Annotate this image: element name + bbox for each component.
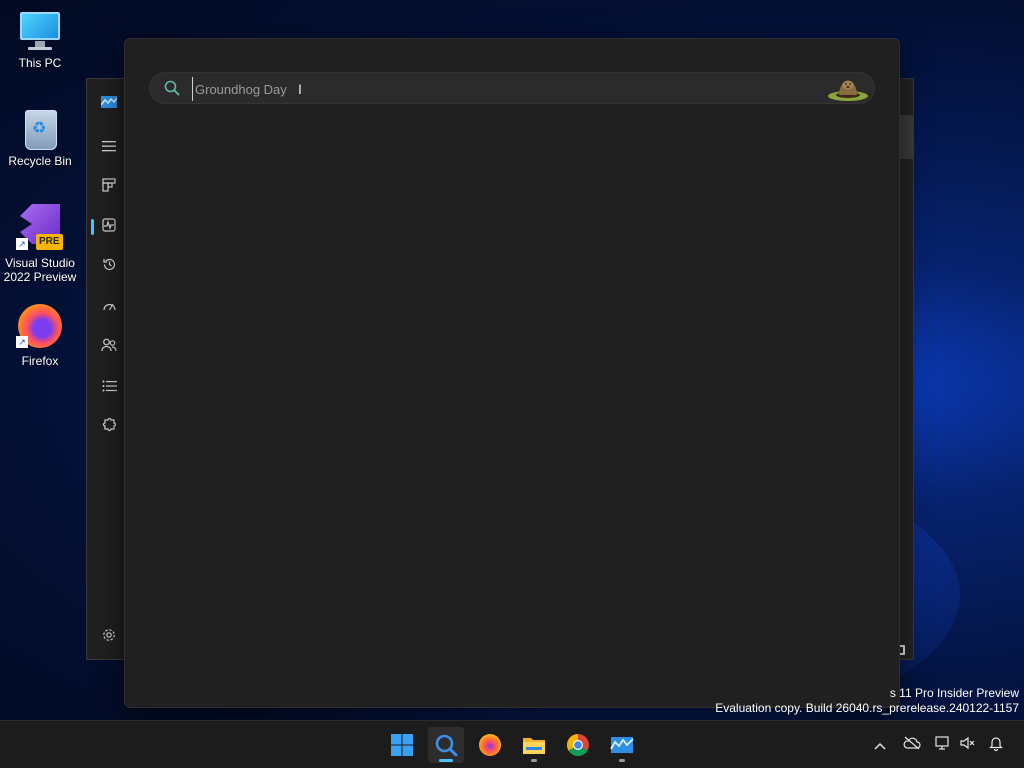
groundhog-icon [826,76,870,102]
text-cursor-icon: I [298,81,302,97]
taskbar-chrome-button[interactable] [560,727,596,763]
desktop-icon-visual-studio[interactable]: PRE ↗ Visual Studio 2022 Preview [0,204,80,284]
scrollbar-thumb[interactable] [899,115,913,159]
search-input[interactable] [192,77,755,101]
list-icon[interactable] [99,377,119,397]
desktop-icon-recycle-bin[interactable]: ♻ Recycle Bin [0,106,80,168]
desktop-icon-firefox[interactable]: ↗ Firefox [0,302,80,368]
preview-badge: PRE [36,234,63,250]
desktop-icon-label: Recycle Bin [8,154,72,168]
chevron-up-icon[interactable] [870,735,890,755]
search-icon [164,80,180,96]
computer-icon [18,12,62,52]
desktop-icon-label: Visual Studio 2022 Preview [3,256,77,284]
search-panel: I [124,38,900,708]
windows-logo-icon [391,734,413,756]
search-box[interactable]: I [149,72,875,104]
desktop-icon-this-pc[interactable]: This PC [0,12,80,70]
network-icon[interactable] [933,735,953,755]
firefox-icon [479,734,501,756]
search-icon [435,734,458,757]
app-sidebar [87,79,127,659]
settings-icon[interactable] [99,627,119,647]
firefox-icon: ↗ [16,302,64,350]
desktop-icon-label: This PC [18,56,62,70]
app-logo-icon[interactable] [99,93,119,113]
taskbar-firefox-button[interactable] [472,727,508,763]
watermark-line-1: s 11 Pro Insider Preview [889,686,1019,700]
taskbar [0,720,1024,768]
shortcut-arrow-icon: ↗ [16,238,28,250]
menu-icon[interactable] [99,137,119,157]
desktop-icon-label: Firefox [21,354,59,368]
users-icon[interactable] [99,337,119,357]
speedometer-icon[interactable] [99,297,119,317]
puzzle-icon[interactable] [99,417,119,437]
app-right-edge [899,79,913,659]
taskbar-search-button[interactable] [428,727,464,763]
history-icon[interactable] [99,257,119,277]
running-dot [531,759,537,762]
cloud-off-icon[interactable] [902,735,922,755]
shortcut-arrow-icon: ↗ [16,336,28,348]
activity-icon[interactable] [99,217,119,237]
active-dot [439,759,453,762]
visual-studio-icon: PRE ↗ [16,204,64,252]
volume-mute-icon[interactable] [958,735,978,755]
watermark-line-2: Evaluation copy. Build 26040.rs_prerelea… [715,701,1019,715]
bell-icon[interactable] [986,735,1006,755]
dashboard-icon[interactable] [99,177,119,197]
recycle-bin-icon: ♻ [20,106,60,150]
start-button[interactable] [384,727,420,763]
taskbar-app-button[interactable] [604,727,640,763]
running-dot [619,759,625,762]
taskbar-file-explorer-button[interactable] [516,727,552,763]
active-indicator [91,219,94,235]
chrome-icon [567,734,589,756]
file-explorer-icon [523,738,545,754]
app-icon [610,737,634,753]
